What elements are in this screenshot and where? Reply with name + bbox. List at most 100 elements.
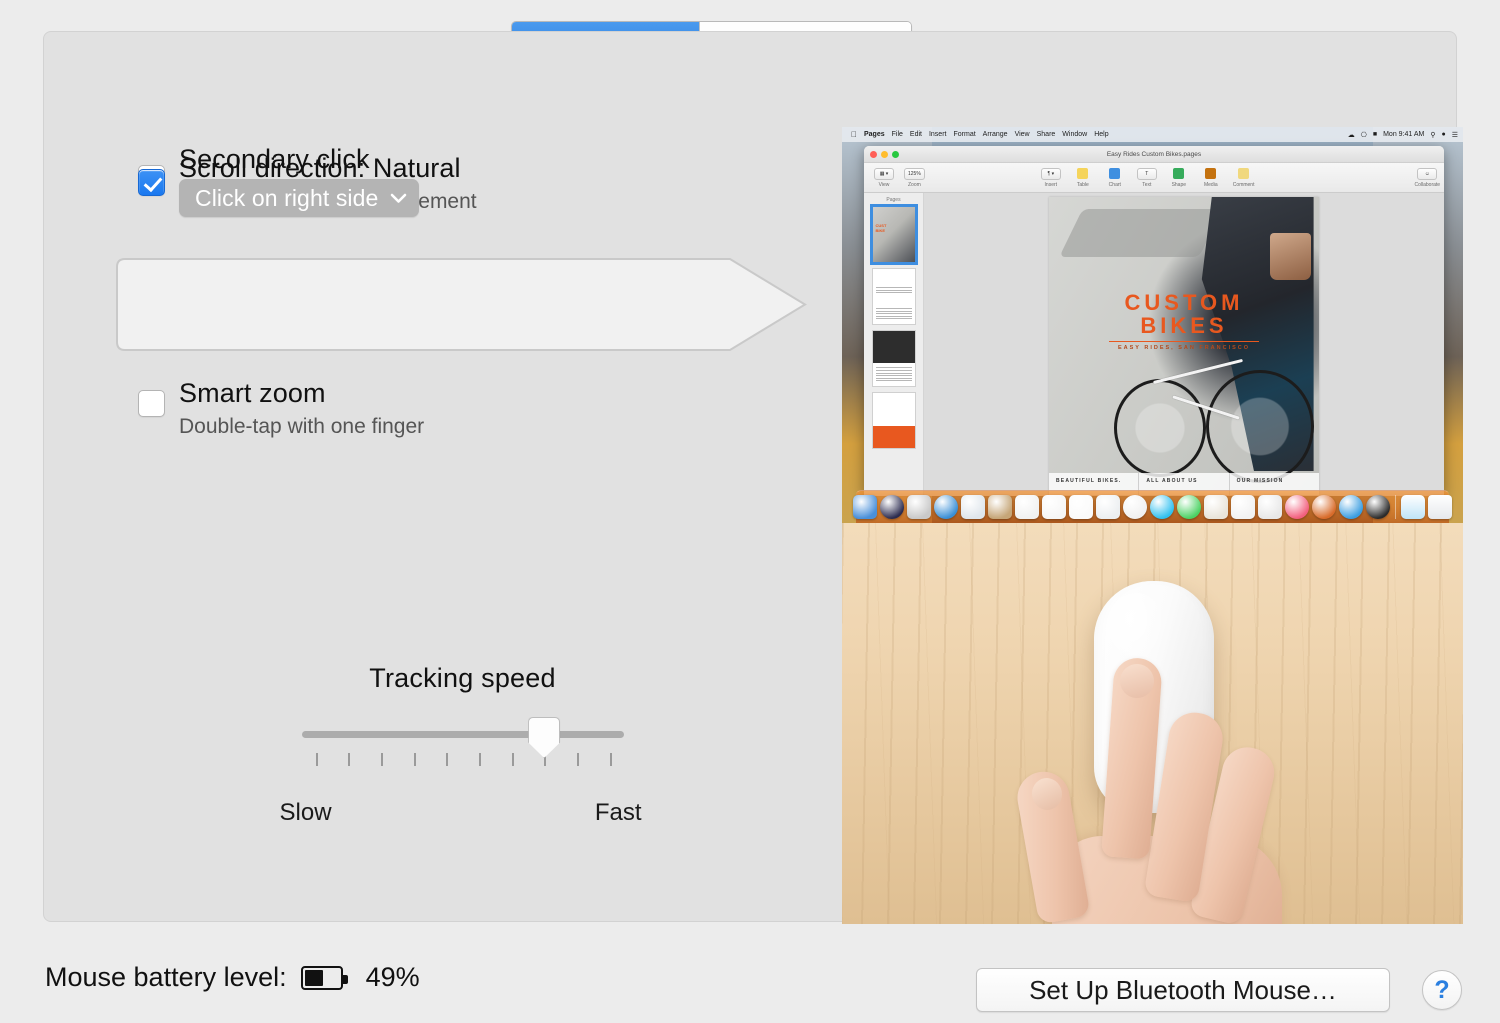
calendar-icon[interactable] [1015, 495, 1039, 519]
menu-item-format[interactable]: Format [953, 131, 975, 138]
set-up-bluetooth-mouse-button[interactable]: Set Up Bluetooth Mouse… [976, 968, 1390, 1012]
launchpad-icon[interactable] [907, 495, 931, 519]
toolbar-zoom[interactable]: 125% Zoom [904, 167, 925, 188]
text-icon[interactable]: T [1136, 167, 1157, 180]
collaborate-icon[interactable]: ☺ [1417, 167, 1438, 180]
reminders-icon[interactable] [1069, 495, 1093, 519]
system-preferences-icon[interactable] [1366, 495, 1390, 519]
menu-item-view[interactable]: View [1015, 131, 1030, 138]
airplay-icon[interactable]: ⎔ [1361, 131, 1367, 139]
photos-icon[interactable] [1123, 495, 1147, 519]
slider-label-fast: Fast [594, 799, 642, 826]
battery-percent: 49% [365, 962, 420, 992]
menu-item-window[interactable]: Window [1062, 131, 1087, 138]
headline-line-1: CUSTOM [1124, 290, 1244, 316]
checkbox-smart-zoom[interactable] [138, 390, 165, 417]
secondary-click-dropdown[interactable]: Click on right side [179, 179, 420, 217]
finder-icon[interactable] [853, 495, 877, 519]
menu-item-edit[interactable]: Edit [910, 131, 922, 138]
shape-icon[interactable] [1169, 168, 1189, 180]
pages-icon[interactable] [1204, 495, 1228, 519]
chart-icon[interactable] [1105, 168, 1125, 180]
notes-icon[interactable] [1042, 495, 1066, 519]
wifi-icon[interactable]: ☁ [1348, 131, 1355, 139]
search-icon[interactable]: ⚲ [1430, 131, 1435, 139]
toolbar-label: Zoom [908, 181, 921, 188]
trash-icon[interactable] [1428, 495, 1452, 519]
desktop-screenshot:  Pages File Edit Insert Format Arrange … [842, 127, 1463, 523]
page-thumbnail[interactable]: CUST BIKE [869, 204, 918, 265]
insert-button[interactable]: ¶ ▾ [1040, 167, 1061, 180]
slider-track[interactable] [301, 731, 624, 738]
document-canvas[interactable]: CUSTOM BIKES EASY RIDES, SAN FRANCISCO B… [924, 193, 1444, 496]
menu-item-file[interactable]: File [892, 131, 903, 138]
checkbox-secondary-click[interactable] [138, 169, 165, 196]
toolbar-view[interactable]: ▦ ▾ View [874, 167, 894, 188]
battery-icon[interactable]: ■ [1373, 131, 1377, 138]
slider-label-slow: Slow [279, 799, 332, 826]
keynote-icon[interactable] [1258, 495, 1282, 519]
menu-bar-clock[interactable]: Mon 9:41 AM [1383, 131, 1424, 138]
menu-item-help[interactable]: Help [1094, 131, 1108, 138]
facetime-icon[interactable] [1177, 495, 1201, 519]
toolbar-label: Collaborate [1414, 181, 1441, 188]
menu-item-share[interactable]: Share [1037, 131, 1056, 138]
dock-separator [1395, 495, 1396, 519]
siri-icon[interactable] [880, 495, 904, 519]
battery-icon [300, 965, 348, 990]
downloads-folder-icon[interactable] [1401, 495, 1425, 519]
macos-dock[interactable] [853, 490, 1452, 523]
zoom-button[interactable]: 125% [904, 167, 925, 180]
page-thumbnail[interactable] [871, 330, 916, 387]
page-thumbnail[interactable] [871, 392, 916, 449]
page-headline-block: CUSTOM BIKES EASY RIDES, SAN FRANCISCO [1049, 292, 1319, 351]
headline-line-2: BIKES [1140, 313, 1228, 339]
option-smart-zoom[interactable]: Smart zoom Double-tap with one finger [138, 376, 424, 442]
media-icon[interactable] [1201, 168, 1221, 180]
siri-icon[interactable]: ● [1441, 131, 1445, 138]
slider-thumb[interactable] [528, 717, 561, 758]
help-button[interactable]: ? [1422, 970, 1462, 1010]
button-label: Set Up Bluetooth Mouse… [1029, 974, 1337, 1005]
chevron-down-icon [390, 193, 407, 204]
menu-item-pages[interactable]: Pages [864, 131, 885, 138]
toolbar-media[interactable]: Media [1201, 168, 1221, 188]
gesture-demo-video[interactable]:  Pages File Edit Insert Format Arrange … [842, 127, 1463, 924]
table-icon[interactable] [1073, 168, 1093, 180]
menu-item-arrange[interactable]: Arrange [983, 131, 1008, 138]
tracking-speed-slider[interactable] [301, 717, 624, 793]
thumbnail-lines [875, 367, 912, 383]
toolbar-comment[interactable]: Comment [1233, 168, 1254, 188]
mail-icon[interactable] [961, 495, 985, 519]
comment-icon[interactable] [1234, 168, 1254, 180]
view-button[interactable]: ▦ ▾ [874, 167, 894, 180]
menu-item-insert[interactable]: Insert [929, 131, 947, 138]
option-secondary-click[interactable]: Secondary click Click on right side [138, 142, 420, 217]
page-thumbnail[interactable] [871, 268, 916, 325]
notification-center-icon[interactable]: ☰ [1452, 131, 1458, 139]
toolbar-insert[interactable]: ¶ ▾ Insert [1040, 167, 1061, 188]
toolbar-chart[interactable]: Chart [1105, 168, 1125, 188]
option-subtitle: Double-tap with one finger [179, 415, 425, 438]
mouse-preferences-pane: Point & Click More Gestures Scroll direc… [0, 0, 1500, 1023]
safari-icon[interactable] [934, 495, 958, 519]
toolbar-label: Shape [1171, 181, 1187, 188]
toolbar-text[interactable]: T Text [1136, 167, 1157, 188]
maps-icon[interactable] [1096, 495, 1120, 519]
contacts-icon[interactable] [988, 495, 1012, 519]
apple-logo-icon[interactable]:  [851, 130, 857, 139]
hand-illustration [1012, 656, 1312, 924]
page-thumbnails-sidebar[interactable]: Pages CUST BIKE [864, 193, 924, 496]
app-store-icon[interactable] [1339, 495, 1363, 519]
toolbar-table[interactable]: Table [1073, 168, 1093, 188]
thumbnail-caption: CUST BIKE [875, 223, 887, 233]
numbers-icon[interactable] [1231, 495, 1255, 519]
ibooks-icon[interactable] [1312, 495, 1336, 519]
messages-icon[interactable] [1150, 495, 1174, 519]
itunes-icon[interactable] [1285, 495, 1309, 519]
slider-ticks [302, 753, 624, 767]
toolbar-shape[interactable]: Shape [1169, 168, 1189, 188]
battery-label: Mouse battery level: [45, 962, 287, 992]
document-page[interactable]: CUSTOM BIKES EASY RIDES, SAN FRANCISCO B… [1049, 197, 1319, 495]
toolbar-collaborate[interactable]: ☺ Collaborate [1414, 167, 1441, 188]
